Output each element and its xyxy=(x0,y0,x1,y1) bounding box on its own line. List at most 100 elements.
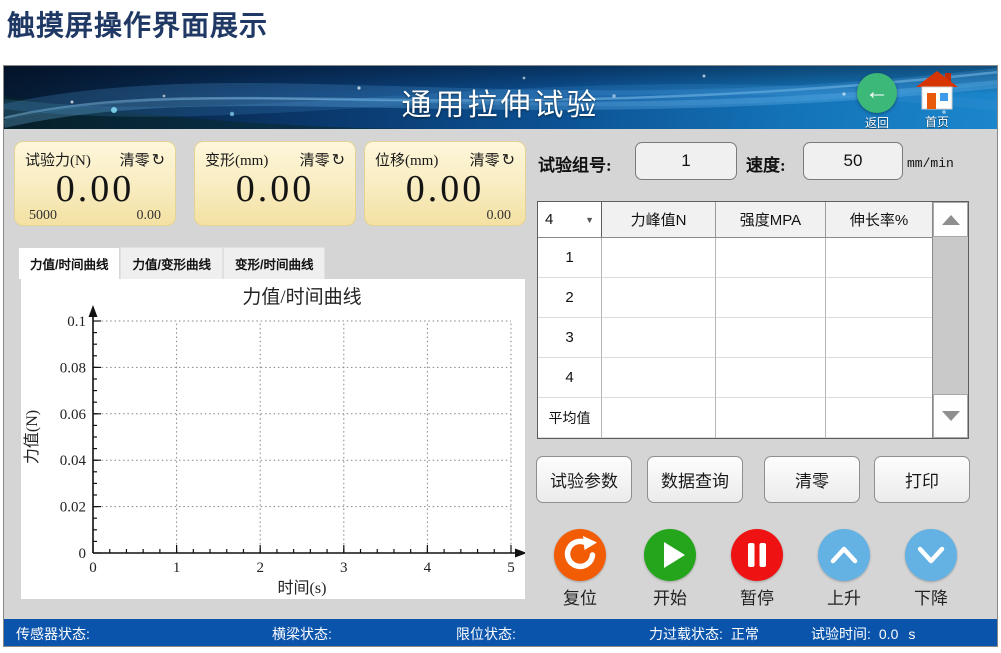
result-cell xyxy=(716,358,826,398)
back-arrow-icon: ← xyxy=(857,73,897,113)
back-button[interactable]: ← 返回 xyxy=(855,73,899,129)
app-header: 通用拉伸试验 ← 返回 首页 xyxy=(4,66,997,129)
force-meter-label: 试验力(N) xyxy=(25,153,91,169)
results-table-header: 4 ▼ 力峰值N 强度MPA 伸长率% xyxy=(538,202,932,238)
result-cell xyxy=(602,278,716,318)
home-button[interactable]: 首页 xyxy=(912,70,962,129)
home-icon xyxy=(916,71,958,110)
column-header-strength: 强度MPA xyxy=(716,202,826,237)
deformation-meter-label: 变形(mm) xyxy=(205,153,269,169)
svg-text:力值/时间曲线: 力值/时间曲线 xyxy=(242,286,361,308)
hmi-app-window: 通用拉伸试验 ← 返回 首页 试验力(N) 清零 ↻ 0.00 5000 0.0… xyxy=(3,65,998,647)
deformation-clear-button[interactable]: 清零 ↻ xyxy=(300,149,345,170)
deformation-value: 0.00 xyxy=(235,168,315,210)
clear-arrow-icon: ↻ xyxy=(331,152,345,169)
svg-text:0.08: 0.08 xyxy=(60,360,86,376)
table-row[interactable]: 1 xyxy=(538,238,932,278)
svg-text:2: 2 xyxy=(256,560,264,576)
sensor-status: 传感器状态: xyxy=(16,626,90,642)
result-cell xyxy=(602,398,716,438)
pause-button[interactable] xyxy=(731,529,783,581)
scroll-down-button[interactable] xyxy=(933,394,968,438)
print-button[interactable]: 打印 xyxy=(874,456,970,503)
tab-deformation-time-curve[interactable]: 变形/时间曲线 xyxy=(222,247,326,279)
reset-icon xyxy=(564,536,597,570)
chevron-down-icon: ▼ xyxy=(585,214,594,225)
test-parameters-button[interactable]: 试验参数 xyxy=(536,456,632,503)
force-sub-value: 0.00 xyxy=(136,208,162,223)
row-index-cell: 2 xyxy=(538,278,602,318)
play-icon xyxy=(664,542,685,568)
lower-button[interactable] xyxy=(905,529,957,581)
reset-button[interactable] xyxy=(554,529,606,581)
home-button-label: 首页 xyxy=(924,115,949,129)
result-cell xyxy=(602,358,716,398)
triangle-down-icon xyxy=(941,411,960,421)
svg-text:1: 1 xyxy=(173,560,181,576)
force-value: 0.00 xyxy=(55,168,135,210)
svg-text:0.04: 0.04 xyxy=(60,453,87,469)
svg-text:0.02: 0.02 xyxy=(60,500,86,516)
force-clear-button[interactable]: 清零 ↻ xyxy=(120,149,165,170)
raise-button[interactable] xyxy=(818,529,870,581)
results-table: 4 ▼ 力峰值N 强度MPA 伸长率% 1 2 3 4 平均值 xyxy=(537,201,969,439)
svg-text:4: 4 xyxy=(424,560,432,576)
force-range: 5000 xyxy=(29,208,57,223)
table-row[interactable]: 4 xyxy=(538,358,932,398)
speed-unit: mm/min xyxy=(907,156,954,171)
data-query-button[interactable]: 数据查询 xyxy=(647,456,743,503)
test-time: 试验时间: 0.0 s xyxy=(811,626,916,642)
chevron-up-icon xyxy=(830,546,858,564)
clear-arrow-icon: ↻ xyxy=(151,152,165,169)
result-cell xyxy=(602,238,716,278)
pause-button-label: 暂停 xyxy=(740,589,774,608)
start-button[interactable] xyxy=(644,529,696,581)
pause-icon xyxy=(748,543,766,567)
table-row[interactable]: 3 xyxy=(538,318,932,358)
chevron-down-icon xyxy=(917,546,945,564)
displacement-clear-button[interactable]: 清零 ↻ xyxy=(470,149,515,170)
test-group-label: 试验组号: xyxy=(538,156,612,175)
column-header-peak-force: 力峰值N xyxy=(602,202,716,237)
table-row[interactable]: 平均值 xyxy=(538,398,932,438)
tab-force-deformation-curve[interactable]: 力值/变形曲线 xyxy=(120,247,223,279)
clear-arrow-icon: ↻ xyxy=(501,152,515,169)
triangle-up-icon xyxy=(941,214,960,225)
svg-text:0: 0 xyxy=(89,560,97,576)
row-index-cell: 3 xyxy=(538,318,602,358)
result-cell xyxy=(826,398,932,438)
speed-input[interactable]: 50 xyxy=(803,142,903,180)
screen: 触摸屏操作界面展示 通用拉伸试验 ← 返回 首页 试验力(N) 清零 ↻ 0.0… xyxy=(0,0,1001,653)
displacement-sub-value: 0.00 xyxy=(486,208,512,223)
svg-text:0.06: 0.06 xyxy=(60,407,87,423)
crossbeam-status: 横梁状态: xyxy=(272,626,332,642)
raise-button-label: 上升 xyxy=(827,589,861,608)
result-cell xyxy=(602,318,716,358)
displacement-value: 0.00 xyxy=(405,168,485,210)
row-index-cell: 1 xyxy=(538,238,602,278)
test-group-input[interactable]: 1 xyxy=(635,142,737,180)
result-cell xyxy=(716,318,826,358)
results-table-body: 1 2 3 4 平均值 xyxy=(538,238,932,438)
reset-button-label: 复位 xyxy=(563,589,597,608)
chart-svg: 0 1 2 3 4 5 0 0.02 0.04 0.06 0.08 0.1 时间(s) 力值(N) 力值/时… xyxy=(23,286,527,597)
test-time-value: 0.0 xyxy=(878,626,899,642)
svg-text:5: 5 xyxy=(507,560,515,576)
clear-zero-button[interactable]: 清零 xyxy=(764,456,860,503)
tab-force-time-curve[interactable]: 力值/时间曲线 xyxy=(18,247,121,279)
table-row[interactable]: 2 xyxy=(538,278,932,318)
status-bar: 传感器状态: 横梁状态: 限位状态: 力过载状态: 正常 试验时间: 0.0 s xyxy=(4,619,997,646)
result-cell xyxy=(826,278,932,318)
lower-button-label: 下降 xyxy=(914,589,948,608)
start-button-label: 开始 xyxy=(653,589,687,608)
row-index-cell: 平均值 xyxy=(538,398,602,438)
force-meter: 试验力(N) 清零 ↻ 0.00 5000 0.00 xyxy=(14,141,176,226)
row-count-selector[interactable]: 4 ▼ xyxy=(538,202,602,237)
result-cell xyxy=(716,278,826,318)
app-title: 通用拉伸试验 xyxy=(401,89,600,122)
displacement-meter: 位移(mm) 清零 ↻ 0.00 0.00 xyxy=(364,141,526,226)
table-scrollbar[interactable] xyxy=(932,202,968,438)
result-cell xyxy=(826,238,932,278)
overload-status-value: 正常 xyxy=(730,626,759,642)
scroll-up-button[interactable] xyxy=(933,202,968,237)
